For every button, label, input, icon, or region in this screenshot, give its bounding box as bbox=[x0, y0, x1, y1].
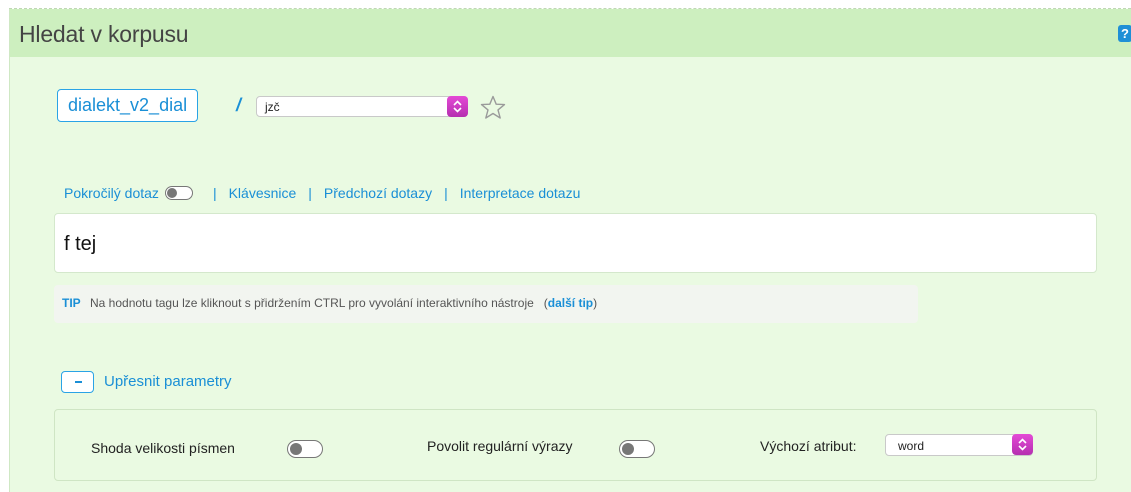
chevron-updown-icon bbox=[447, 96, 468, 117]
minus-icon bbox=[75, 381, 82, 383]
advanced-query-link[interactable]: Pokročilý dotaz bbox=[64, 185, 159, 201]
regex-label: Povolit regulární výrazy bbox=[427, 438, 573, 454]
default-attribute-select[interactable]: word bbox=[885, 434, 1033, 456]
link-separator: | bbox=[308, 185, 312, 201]
chevron-updown-icon bbox=[1012, 434, 1033, 455]
query-interpretation-link[interactable]: Interpretace dotazu bbox=[460, 185, 581, 201]
query-links: Pokročilý dotaz | Klávesnice | Předchozí… bbox=[64, 185, 580, 201]
toggle-knob bbox=[290, 443, 302, 455]
advanced-query-toggle[interactable] bbox=[164, 186, 193, 200]
tip-text: Na hodnotu tagu lze kliknout s přidržení… bbox=[90, 296, 597, 310]
link-separator: | bbox=[212, 185, 217, 201]
regex-toggle[interactable] bbox=[619, 440, 655, 458]
help-icon[interactable]: ? bbox=[1118, 25, 1131, 42]
toggle-knob bbox=[622, 443, 634, 455]
tip-message: Na hodnotu tagu lze kliknout s přidržení… bbox=[90, 296, 534, 310]
corpus-separator: / bbox=[236, 95, 242, 115]
case-match-toggle[interactable] bbox=[287, 440, 323, 458]
refine-parameters-link[interactable]: Upřesnit parametry bbox=[104, 373, 232, 390]
refine-toggle-button[interactable] bbox=[61, 371, 94, 393]
query-value: f tej bbox=[64, 233, 97, 255]
keyboard-link[interactable]: Klávesnice bbox=[229, 185, 297, 201]
next-tip-link[interactable]: další tip bbox=[548, 296, 593, 310]
panel-header: Hledat v korpusu ? bbox=[10, 9, 1131, 57]
star-icon[interactable] bbox=[480, 95, 506, 120]
tip-close-paren: ) bbox=[593, 296, 598, 310]
toggle-knob bbox=[166, 188, 177, 198]
corpus-button[interactable]: dialekt_v2_dial bbox=[57, 89, 199, 122]
link-separator: | bbox=[444, 185, 448, 201]
subcorpus-select[interactable]: jzč bbox=[256, 96, 468, 117]
search-panel: Hledat v korpusu ? dialekt_v2_dial / jzč… bbox=[9, 9, 1131, 492]
options-panel: Shoda velikosti písmen Povolit regulární… bbox=[54, 409, 1097, 481]
subcorpus-value: jzč bbox=[265, 100, 280, 114]
tip-box: TIP Na hodnotu tagu lze kliknout s přidr… bbox=[54, 285, 918, 323]
case-match-label: Shoda velikosti písmen bbox=[91, 440, 235, 456]
query-history-link[interactable]: Předchozí dotazy bbox=[324, 185, 432, 201]
page-title: Hledat v korpusu bbox=[19, 21, 189, 47]
query-input[interactable]: f tej bbox=[54, 213, 1097, 273]
tip-label: TIP bbox=[62, 296, 81, 310]
default-attribute-label: Výchozí atribut: bbox=[760, 438, 857, 454]
default-attribute-value: word bbox=[898, 439, 925, 453]
